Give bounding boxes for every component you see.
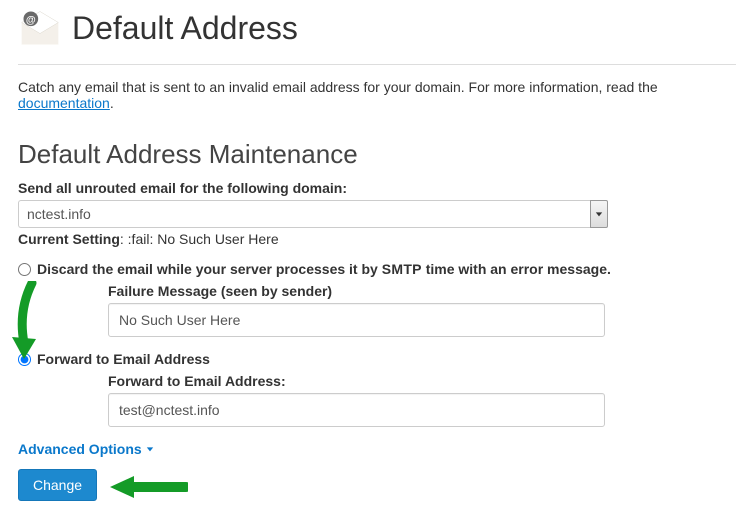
- documentation-link[interactable]: documentation: [18, 95, 110, 111]
- discard-label: Discard the email while your server proc…: [37, 261, 611, 277]
- domain-select[interactable]: nctest.info: [18, 200, 608, 228]
- advanced-label: Advanced Options: [18, 441, 142, 457]
- section-title: Default Address Maintenance: [18, 139, 736, 170]
- forward-radio[interactable]: [18, 353, 31, 366]
- smtp-text: SMTP: [382, 261, 422, 277]
- discard-radio[interactable]: [18, 263, 31, 276]
- intro-before: Catch any email that is sent to an inval…: [18, 79, 658, 95]
- discard-label-after: time with an error message.: [422, 261, 611, 277]
- failure-label: Failure Message (seen by sender): [108, 283, 736, 299]
- chevron-down-icon[interactable]: [590, 200, 608, 228]
- forward-field-group: Forward to Email Address:: [108, 373, 736, 427]
- failure-field-group: Failure Message (seen by sender): [108, 283, 736, 337]
- advanced-options-toggle[interactable]: Advanced Options: [18, 441, 154, 457]
- failure-message-input[interactable]: [108, 303, 605, 337]
- annotation-arrow-icon: [108, 473, 188, 501]
- page-title: Default Address: [72, 10, 298, 47]
- annotation-arrow-icon: [10, 281, 50, 361]
- forward-email-input[interactable]: [108, 393, 605, 427]
- page-header: @ Default Address: [18, 0, 736, 65]
- option-discard-row: Discard the email while your server proc…: [18, 261, 736, 277]
- default-address-icon: @: [18, 6, 62, 50]
- change-button[interactable]: Change: [18, 469, 97, 501]
- caret-down-icon: [146, 445, 154, 453]
- discard-label-before: Discard the email while your server proc…: [37, 261, 382, 277]
- intro-text: Catch any email that is sent to an inval…: [18, 79, 736, 111]
- option-forward-row: Forward to Email Address: [18, 351, 736, 367]
- intro-after: .: [110, 95, 114, 111]
- forward-field-label: Forward to Email Address:: [108, 373, 736, 389]
- domain-label: Send all unrouted email for the followin…: [18, 180, 736, 196]
- current-setting: Current Setting: :fail: No Such User Her…: [18, 231, 736, 247]
- forward-label: Forward to Email Address: [37, 351, 210, 367]
- svg-text:@: @: [26, 15, 36, 26]
- current-setting-label: Current Setting: [18, 231, 120, 247]
- domain-select-value: nctest.info: [18, 200, 590, 228]
- current-setting-value: : :fail: No Such User Here: [120, 231, 279, 247]
- button-row: Change: [18, 469, 736, 501]
